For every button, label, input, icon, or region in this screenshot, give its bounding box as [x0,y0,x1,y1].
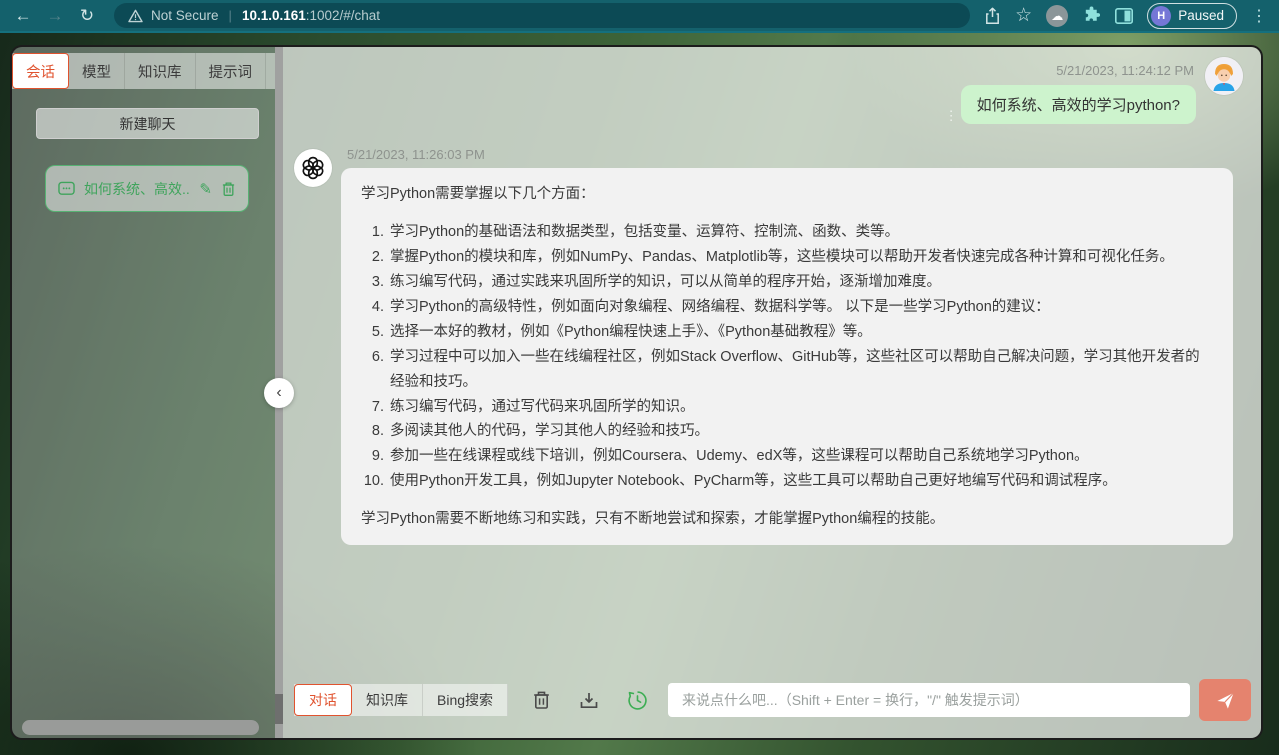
user-message-timestamp: 5/21/2023, 11:24:12 PM [1056,63,1194,78]
chat-history-icon[interactable] [627,690,648,711]
tab-models[interactable]: 模型 [69,53,125,89]
sidebar-tab-bar: 会话 模型 知识库 提示词 [12,53,275,89]
url-text: 10.1.0.161:1002/#/chat [242,8,380,23]
chat-application-panel: 会话 模型 知识库 提示词 新建聊天 如何系统、高效... ✎ ‹ 5/ [10,45,1263,740]
assistant-list-item: 练习编写代码，通过写代码来巩固所学的知识。 [388,395,1213,420]
composer-mode-tabs: 对话 知识库 Bing搜索 [294,684,508,716]
cloud-extension-icon[interactable]: ☁ [1046,5,1068,27]
assistant-list-item: 多阅读其他人的代码，学习其他人的经验和技巧。 [388,419,1213,444]
new-chat-button[interactable]: 新建聊天 [36,108,259,139]
conversation-list-item[interactable]: 如何系统、高效... ✎ [45,165,249,212]
tab-conversations[interactable]: 会话 [12,53,69,89]
message-input[interactable] [668,683,1190,717]
toolbar-actions: ☆ ☁ H Paused ⋮ [984,3,1269,29]
edit-conversation-icon[interactable]: ✎ [199,180,212,198]
assistant-list-item: 练习编写代码，通过实践来巩固所学的知识，可以从简单的程序开始，逐渐增加难度。 [388,270,1213,295]
assistant-list-item: 参加一些在线课程或线下培训，例如Coursera、Udemy、edX等，这些课程… [388,444,1213,469]
user-avatar [1205,57,1243,95]
assistant-message-bubble: 学习Python需要掌握以下几个方面： 学习Python的基础语法和数据类型，包… [341,168,1233,545]
assistant-list-item: 学习Python的基础语法和数据类型，包括变量、运算符、控制流、函数、类等。 [388,220,1213,245]
mode-tab-bing-search[interactable]: Bing搜索 [423,684,508,716]
assistant-outro: 学习Python需要不断地练习和实践，只有不断地尝试和探索，才能掌握Python… [361,507,1213,532]
assistant-list-item: 学习过程中可以加入一些在线编程社区，例如Stack Overflow、GitHu… [388,345,1213,395]
assistant-list-item: 掌握Python的模块和库，例如NumPy、Pandas、Matplotlib等… [388,245,1213,270]
paused-label: Paused [1178,8,1224,23]
collapse-sidebar-button[interactable]: ‹ [264,378,294,408]
openai-logo-icon [294,149,332,187]
reload-icon[interactable]: ↻ [74,3,100,29]
delete-conversation-icon[interactable] [221,181,236,197]
extensions-puzzle-icon[interactable] [1082,6,1101,25]
not-secure-warning-icon [128,9,143,23]
address-bar[interactable]: Not Secure | 10.1.0.161:1002/#/chat [114,3,970,28]
assistant-message-timestamp: 5/21/2023, 11:26:03 PM [347,147,1233,162]
assistant-list: 学习Python的基础语法和数据类型，包括变量、运算符、控制流、函数、类等。掌握… [361,220,1213,494]
assistant-list-item: 选择一本好的教材，例如《Python编程快速上手》、《Python基础教程》等。 [388,320,1213,345]
assistant-list-item: 学习Python的高级特性，例如面向对象编程、网络编程、数据科学等。 以下是一些… [388,295,1213,320]
composer-bar: 对话 知识库 Bing搜索 [294,683,1251,717]
mode-tab-knowledge-base[interactable]: 知识库 [352,684,423,716]
conversation-title: 如何系统、高效... [84,179,190,199]
user-message-bubble: 如何系统、高效的学习python? [961,85,1196,124]
url-separator: | [229,8,232,23]
message-actions-dots-icon[interactable]: ⋮ [945,109,958,122]
clear-chat-trash-icon[interactable] [532,690,551,710]
divider-scroll-thumb[interactable] [275,694,283,724]
security-label: Not Secure [151,8,219,23]
assistant-list-item: 使用Python开发工具，例如Jupyter Notebook、PyCharm等… [388,469,1213,494]
side-panel-icon[interactable] [1115,8,1133,24]
message-list: 5/21/2023, 11:24:12 PM 如何系统、高效的学习python?… [283,47,1261,683]
profile-paused-button[interactable]: H Paused [1147,3,1237,29]
back-icon[interactable]: ← [10,3,36,29]
assistant-intro: 学习Python需要掌握以下几个方面： [361,182,1213,207]
sidebar-resize-divider[interactable]: ‹ [275,47,283,738]
chrome-menu-icon[interactable]: ⋮ [1251,6,1267,26]
forward-icon[interactable]: → [42,3,68,29]
sidebar-horizontal-scrollbar[interactable] [22,720,259,735]
mode-tab-dialogue[interactable]: 对话 [294,684,352,716]
send-button[interactable] [1199,679,1251,721]
url-path: :1002/#/chat [306,8,380,23]
user-message: 5/21/2023, 11:24:12 PM 如何系统、高效的学习python?… [294,57,1243,124]
profile-avatar: H [1151,6,1171,26]
export-download-icon[interactable] [579,691,599,710]
share-icon[interactable] [984,7,1001,25]
assistant-message: 5/21/2023, 11:26:03 PM 学习Python需要掌握以下几个方… [294,145,1243,545]
tab-knowledge-base[interactable]: 知识库 [125,53,196,89]
url-host: 10.1.0.161 [242,8,306,23]
tab-prompts[interactable]: 提示词 [196,53,267,89]
chat-bubble-icon [58,181,75,197]
chat-main-area: 5/21/2023, 11:24:12 PM 如何系统、高效的学习python?… [283,47,1261,738]
sidebar: 会话 模型 知识库 提示词 新建聊天 如何系统、高效... ✎ [12,47,275,738]
browser-toolbar: ← → ↻ Not Secure | 10.1.0.161:1002/#/cha… [0,0,1279,33]
bookmark-star-icon[interactable]: ☆ [1015,4,1032,27]
